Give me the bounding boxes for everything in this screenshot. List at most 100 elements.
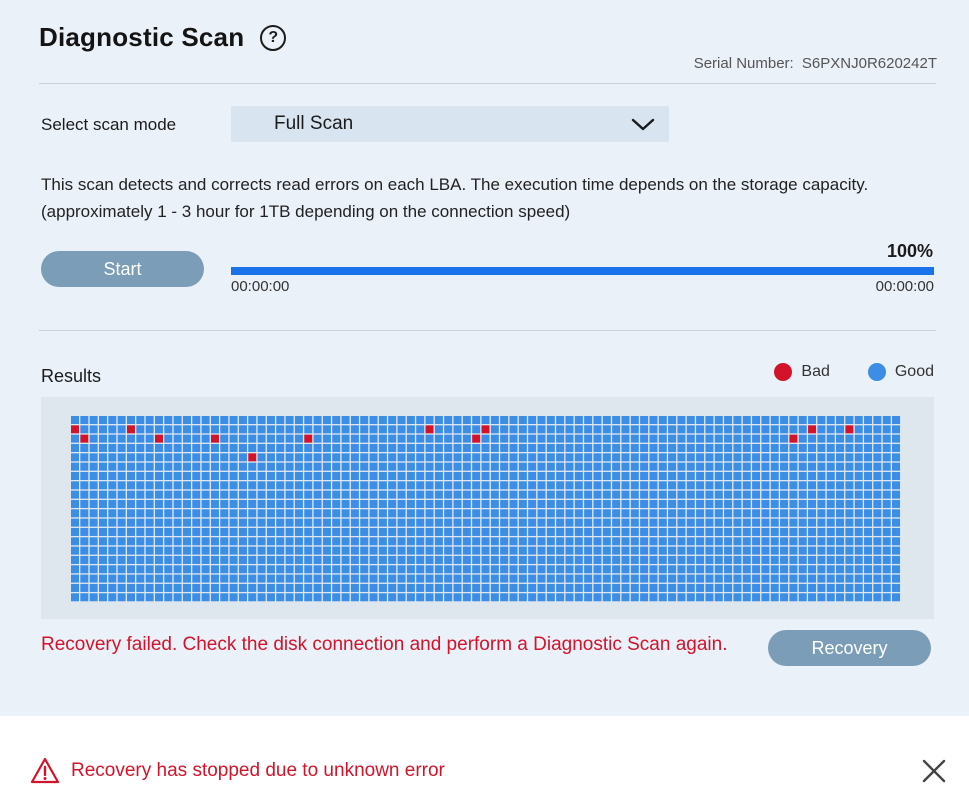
- good-block: [780, 499, 789, 508]
- good-block: [640, 499, 649, 508]
- good-block: [406, 527, 415, 536]
- good-block: [509, 499, 518, 508]
- good-block: [789, 443, 798, 452]
- good-block: [397, 425, 406, 434]
- good-block: [733, 574, 742, 583]
- good-block: [462, 434, 471, 443]
- good-block: [313, 565, 322, 574]
- good-block: [220, 527, 229, 536]
- good-block: [826, 555, 835, 564]
- good-block: [108, 546, 117, 555]
- good-block: [630, 490, 639, 499]
- good-block: [444, 518, 453, 527]
- good-block: [546, 434, 555, 443]
- good-block: [854, 499, 863, 508]
- good-block: [192, 481, 201, 490]
- good-block: [574, 518, 583, 527]
- good-block: [658, 416, 667, 424]
- good-block: [696, 481, 705, 490]
- good-block: [444, 481, 453, 490]
- good-block: [845, 416, 854, 424]
- good-block: [677, 565, 686, 574]
- recovery-button[interactable]: Recovery: [768, 630, 931, 666]
- good-block: [752, 537, 761, 546]
- good-block: [733, 490, 742, 499]
- good-block: [369, 555, 378, 564]
- good-block: [500, 443, 509, 452]
- good-block: [397, 481, 406, 490]
- good-block: [714, 462, 723, 471]
- good-block: [257, 593, 266, 602]
- good-block: [798, 471, 807, 480]
- good-block: [173, 434, 182, 443]
- good-block: [453, 443, 462, 452]
- good-block: [481, 546, 490, 555]
- good-block: [892, 434, 901, 443]
- good-block: [537, 490, 546, 499]
- good-block: [462, 453, 471, 462]
- good-block: [453, 574, 462, 583]
- good-block: [686, 425, 695, 434]
- good-block: [266, 583, 275, 592]
- good-block: [294, 453, 303, 462]
- good-block: [192, 593, 201, 602]
- good-block: [173, 416, 182, 424]
- good-block: [126, 546, 135, 555]
- good-block: [257, 490, 266, 499]
- good-block: [724, 509, 733, 518]
- good-block: [434, 546, 443, 555]
- good-block: [882, 593, 891, 602]
- bad-block: [154, 434, 163, 443]
- good-block: [89, 481, 98, 490]
- good-block: [378, 555, 387, 564]
- good-block: [117, 565, 126, 574]
- good-block: [780, 462, 789, 471]
- good-block: [612, 555, 621, 564]
- good-block: [126, 434, 135, 443]
- good-block: [192, 434, 201, 443]
- question-circle-icon[interactable]: ?: [260, 24, 287, 51]
- start-button[interactable]: Start: [41, 251, 204, 287]
- good-block: [276, 490, 285, 499]
- good-block: [826, 443, 835, 452]
- good-block: [425, 453, 434, 462]
- good-block: [696, 527, 705, 536]
- good-block: [873, 453, 882, 462]
- good-block: [136, 583, 145, 592]
- good-block: [621, 499, 630, 508]
- good-block: [98, 518, 107, 527]
- good-block: [453, 499, 462, 508]
- good-block: [882, 509, 891, 518]
- good-block: [416, 565, 425, 574]
- good-block: [201, 555, 210, 564]
- good-block: [714, 509, 723, 518]
- close-icon[interactable]: [920, 757, 948, 785]
- good-block: [528, 555, 537, 564]
- good-block: [173, 490, 182, 499]
- good-block: [248, 490, 257, 499]
- good-block: [528, 574, 537, 583]
- good-block: [798, 593, 807, 602]
- scan-mode-select[interactable]: Full Scan: [231, 106, 669, 142]
- good-block: [154, 565, 163, 574]
- good-block: [80, 509, 89, 518]
- good-block: [276, 574, 285, 583]
- good-block: [444, 471, 453, 480]
- good-block: [630, 593, 639, 602]
- good-block: [360, 555, 369, 564]
- good-block: [528, 537, 537, 546]
- good-block: [332, 462, 341, 471]
- good-block: [761, 565, 770, 574]
- good-block: [770, 416, 779, 424]
- good-block: [108, 593, 117, 602]
- good-block: [350, 490, 359, 499]
- good-block: [696, 490, 705, 499]
- good-block: [304, 593, 313, 602]
- good-block: [593, 416, 602, 424]
- good-block: [537, 574, 546, 583]
- good-block: [126, 518, 135, 527]
- good-block: [621, 555, 630, 564]
- good-block: [89, 453, 98, 462]
- good-block: [266, 425, 275, 434]
- good-block: [836, 462, 845, 471]
